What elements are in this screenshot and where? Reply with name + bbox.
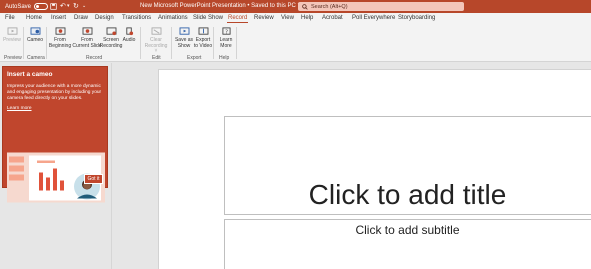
record-from-beginning-icon [55,27,65,35]
group-help-label: Help [219,55,230,61]
autosave-toggle[interactable] [34,3,49,10]
tab-acrobat[interactable]: Acrobat [322,15,343,21]
audio-button[interactable]: Audio [117,27,141,44]
save-as-show-icon [179,27,189,35]
got-it-button[interactable]: Got it [84,174,103,184]
tab-design[interactable]: Design [95,15,114,21]
menu-bar: File Home Insert Draw Design Transitions… [0,13,591,24]
cameo-callout: Insert a cameo Impress your audience wit… [2,66,108,203]
clear-recording-button[interactable]: Clear Recording ˅ [143,27,169,55]
search-box[interactable]: Search (Alt+Q) [298,2,464,11]
title-placeholder[interactable]: Click to add title [224,178,591,212]
cameo-button[interactable]: Cameo [23,27,47,44]
tab-record[interactable]: Record [226,15,249,23]
group-edit-label: Edit [152,55,161,61]
document-title[interactable]: New Microsoft PowerPoint Presentation • … [140,3,301,9]
learn-more-link[interactable]: Learn more [7,106,32,111]
export-video-icon [198,27,208,35]
tab-draw[interactable]: Draw [74,15,88,21]
callout-title: Insert a cameo [7,71,53,78]
preview-button[interactable]: Preview [0,27,24,44]
divider [236,27,237,59]
customize-quick-access-icon[interactable]: ⌄ [82,3,86,10]
search-placeholder: Search (Alt+Q) [311,3,348,10]
export-to-video-button[interactable]: Export to Video [191,27,215,49]
learn-more-button[interactable]: ? Learn More [214,27,238,49]
group-export-label: Export [187,55,202,61]
from-current-slide-button[interactable]: From Current Slide [72,27,102,49]
title-bar: AutoSave ↶ ▾ ↻ ⌄ New Microsoft PowerPoin… [0,0,591,13]
group-record-label: Record [86,55,103,61]
tab-review[interactable]: Review [254,15,274,21]
svg-text:?: ? [225,29,228,35]
tab-help[interactable]: Help [301,15,313,21]
tab-animations[interactable]: Animations [158,15,188,21]
ribbon: Preview Preview Cameo Camera From Beginn… [0,24,591,62]
divider [46,27,47,59]
redo-icon[interactable]: ↻ [73,3,79,10]
audio-icon [125,27,133,36]
undo-dropdown-icon[interactable]: ▾ [67,3,70,10]
tab-storyboarding[interactable]: Storyboarding [398,15,435,21]
autosave-label: AutoSave [5,3,32,10]
tab-insert[interactable]: Insert [51,15,66,21]
preview-icon [7,27,17,35]
search-icon [302,3,308,10]
autosave-control[interactable]: AutoSave [5,3,49,10]
subtitle-placeholder[interactable]: Click to add subtitle [224,223,591,237]
group-preview-label: Preview [4,55,22,61]
cameo-icon [30,27,40,35]
screen-recording-icon [106,27,116,36]
save-icon[interactable] [50,3,57,12]
clear-recording-icon [151,27,161,35]
record-from-current-icon [82,27,92,35]
tab-file[interactable]: File [5,15,15,21]
tab-home[interactable]: Home [26,15,42,21]
tab-poll-everywhere[interactable]: Poll Everywhere [352,15,395,21]
callout-body: Impress your audience with a more dynami… [7,84,102,101]
tab-transitions[interactable]: Transitions [122,15,151,21]
divider [140,27,141,59]
tab-view[interactable]: View [281,15,294,21]
learn-more-icon: ? [221,27,231,35]
from-beginning-button[interactable]: From Beginning [48,27,72,49]
tab-slide-show[interactable]: Slide Show [193,15,223,21]
group-camera-label: Camera [27,55,45,61]
undo-icon[interactable]: ↶ [60,3,66,10]
